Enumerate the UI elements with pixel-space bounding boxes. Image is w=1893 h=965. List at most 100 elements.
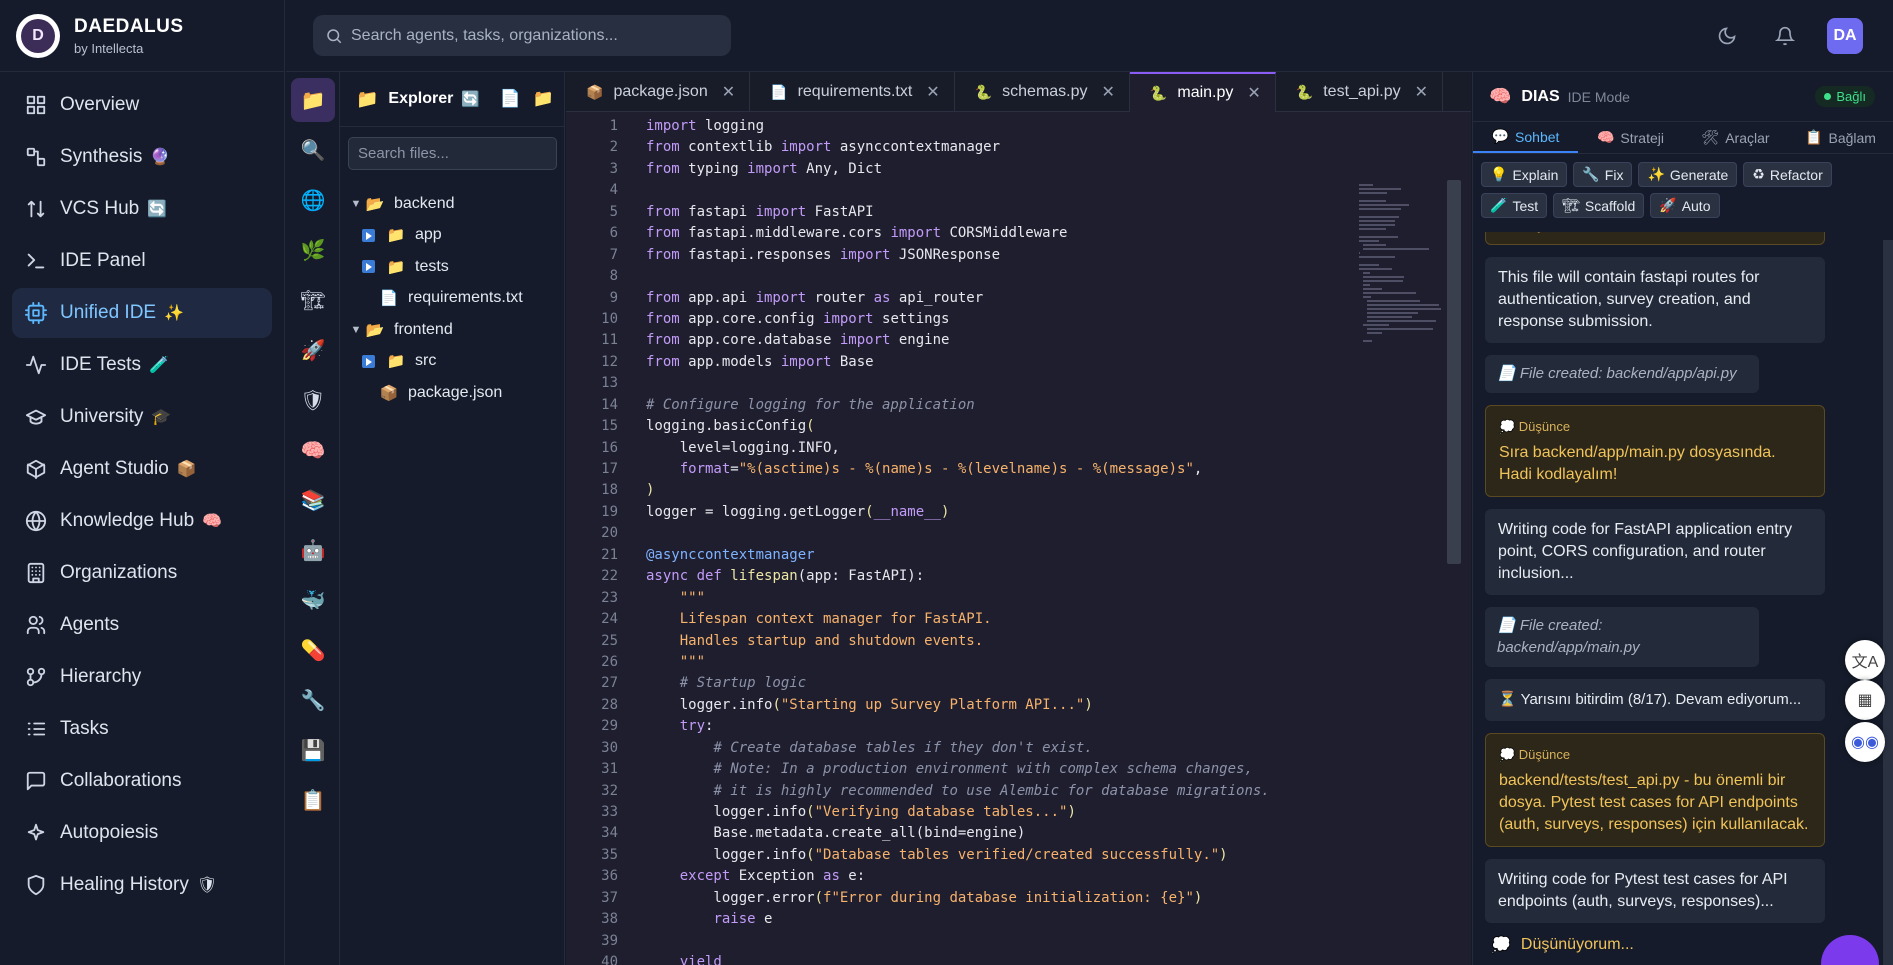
nav-item-tasks[interactable]: Tasks: [12, 704, 272, 754]
generate-button[interactable]: ✨ Generate: [1638, 162, 1738, 187]
nav-item-vcs-hub[interactable]: VCS Hub 🔄: [12, 184, 272, 234]
nav-item-hierarchy[interactable]: Hierarchy: [12, 652, 272, 702]
notifications-button[interactable]: [1771, 22, 1799, 50]
tree-item-app[interactable]: 📁 app: [340, 220, 564, 252]
nav-item-ide-tests[interactable]: IDE Tests 🧪: [12, 340, 272, 390]
refactor-button[interactable]: ♻ Refactor: [1743, 162, 1832, 187]
nav-item-ide-panel[interactable]: IDE Panel: [12, 236, 272, 286]
global-search[interactable]: [313, 15, 731, 56]
scaffold-button[interactable]: 🏗 Scaffold: [1553, 193, 1645, 218]
code-text: async def lifespan(app: FastAPI):: [646, 568, 925, 585]
nav-item-organizations[interactable]: Organizations: [12, 548, 272, 598]
code-line: 21 @asynccontextmanager: [566, 545, 1446, 566]
minimap[interactable]: [1359, 184, 1441, 414]
tab-package-json[interactable]: 📦 package.json ✕: [566, 72, 751, 112]
line-number: 24: [601, 611, 618, 628]
activity-item-7-icon[interactable]: 🧠: [291, 428, 335, 472]
panel-tab-ba-lam[interactable]: 📋 Bağlam: [1788, 122, 1893, 153]
activity-item-13-icon[interactable]: 💾: [291, 728, 335, 772]
nav-item-agents[interactable]: Agents: [12, 600, 272, 650]
tab-schemas-py[interactable]: 🐍 schemas.py ✕: [955, 72, 1130, 112]
panel-tab-strateji[interactable]: 🧠 Strateji: [1578, 122, 1683, 153]
code-line: 22 async def lifespan(app: FastAPI):: [566, 566, 1446, 587]
minimap-line: [1363, 292, 1416, 294]
activity-item-3-icon[interactable]: 🌿: [291, 228, 335, 272]
global-search-input[interactable]: [351, 26, 711, 45]
chat-scrollbar[interactable]: [1883, 240, 1893, 965]
code-text: try:: [679, 718, 714, 735]
activity-item-8-icon[interactable]: 📚: [291, 478, 335, 522]
activity-item-12-icon[interactable]: 🔧: [291, 678, 335, 722]
panel-tab-ara-lar[interactable]: 🛠 Araçlar: [1683, 122, 1788, 153]
shield-icon: [24, 873, 48, 897]
tab-requirements-txt[interactable]: 📄 requirements.txt ✕: [750, 72, 955, 112]
activity-item-0-icon[interactable]: 📁: [291, 78, 335, 122]
nav-list: Overview Synthesis 🔮 VCS Hub 🔄 IDE Panel Unifi…: [0, 72, 284, 910]
activity-item-2-icon[interactable]: 🌐: [291, 178, 335, 222]
nav-item-label: University: [60, 406, 144, 427]
close-icon[interactable]: ✕: [1415, 82, 1428, 102]
close-icon[interactable]: ✕: [1247, 83, 1260, 103]
activity-item-4-icon[interactable]: 🏗: [291, 278, 335, 322]
tab-main-py[interactable]: 🐍 main.py ✕: [1129, 72, 1276, 112]
tree-item-tests[interactable]: 📁 tests: [340, 251, 564, 283]
chat-message: 💭 Düşünce Sıra backend/app/main.py dosyas…: [1485, 405, 1825, 497]
editor-scrollbar[interactable]: [1447, 180, 1461, 564]
close-icon[interactable]: ✕: [926, 82, 939, 102]
translate-icon: 文A: [1851, 654, 1879, 671]
minimap-line: [1363, 280, 1403, 282]
activity-item-1-icon[interactable]: 🔍: [291, 128, 335, 172]
code-text: logger = logging.getLogger(__name__): [646, 503, 950, 520]
nav-item-knowledge-hub[interactable]: Knowledge Hub 🧠: [12, 496, 272, 546]
code-area[interactable]: 1 import logging 2 from contextlib import a…: [566, 116, 1446, 965]
chat-message: Writing code for Pytest test cases for A…: [1485, 859, 1825, 923]
user-avatar[interactable]: DA: [1827, 18, 1863, 54]
line-number: 34: [601, 825, 618, 842]
nav-item-healing-history[interactable]: Healing History 🛡: [12, 860, 272, 910]
file-search-input[interactable]: [348, 137, 557, 170]
activity-item-11-icon[interactable]: 💊: [291, 628, 335, 672]
panel-tab-sohbet[interactable]: 💬 Sohbet: [1473, 122, 1578, 153]
tab-test-api-py[interactable]: 🐍 test_api.py ✕: [1276, 72, 1444, 112]
code-text: ): [646, 482, 655, 499]
nav-item-autopoiesis[interactable]: Autopoiesis: [12, 808, 272, 858]
nav-item-overview[interactable]: Overview: [12, 80, 272, 130]
assistant-button[interactable]: ◉◉: [1845, 722, 1885, 762]
branch-icon: [24, 665, 48, 689]
chat-message-text: backend/tests/test_api.py - bu önemli bi…: [1499, 772, 1809, 833]
line-number: 27: [601, 675, 618, 692]
nav-item-university[interactable]: University 🎓: [12, 392, 272, 442]
apps-button[interactable]: ▦: [1845, 680, 1885, 720]
nav-item-collaborations[interactable]: Collaborations: [12, 756, 272, 806]
brand[interactable]: D DAEDALUS by Intellecta: [0, 0, 284, 72]
action-label: Explain: [1512, 166, 1559, 183]
close-icon[interactable]: ✕: [1102, 82, 1115, 102]
translate-button[interactable]: 文A: [1845, 640, 1885, 680]
activity-item-9-icon[interactable]: 🤖: [291, 528, 335, 572]
explain-button[interactable]: 💡 Explain: [1481, 162, 1568, 187]
code-line: 30 # Create database tables if they don'…: [566, 738, 1446, 759]
activity-item-10-icon[interactable]: 🐳: [291, 578, 335, 622]
tree-item-backend[interactable]: ▼ 📂 backend: [340, 188, 564, 220]
test-button[interactable]: 🧪 Test: [1481, 193, 1548, 218]
tree-item-frontend[interactable]: ▼ 📂 frontend: [340, 314, 564, 346]
nav-item-agent-studio[interactable]: Agent Studio 📦: [12, 444, 272, 494]
nav-item-unified-ide[interactable]: Unified IDE ✨: [12, 288, 272, 338]
refresh-icon[interactable]: 🔄: [461, 90, 480, 108]
fix-button[interactable]: 🔧 Fix: [1573, 162, 1633, 187]
close-icon[interactable]: ✕: [722, 82, 735, 102]
new-folder-icon[interactable]: 📁: [533, 89, 554, 109]
tree-item-src[interactable]: 📁 src: [340, 346, 564, 378]
activity-item-14-icon[interactable]: 📋: [291, 778, 335, 822]
app-root: D DAEDALUS by Intellecta Overview Synthes…: [0, 0, 1893, 965]
code-text: raise e: [713, 911, 773, 928]
activity-item-6-icon[interactable]: 🛡: [291, 378, 335, 422]
nav-item-synthesis[interactable]: Synthesis 🔮: [12, 132, 272, 182]
tree-item-package-json[interactable]: 📦 package.json: [340, 377, 564, 409]
chat-log[interactable]: kodlayalım! This file will contain fastap…: [1473, 232, 1883, 965]
activity-item-5-icon[interactable]: 🚀: [291, 328, 335, 372]
auto-button[interactable]: 🚀 Auto: [1650, 193, 1720, 218]
new-file-icon[interactable]: 📄: [500, 89, 521, 109]
tree-item-requirements-txt[interactable]: 📄 requirements.txt: [340, 283, 564, 315]
theme-toggle-button[interactable]: [1713, 22, 1741, 50]
